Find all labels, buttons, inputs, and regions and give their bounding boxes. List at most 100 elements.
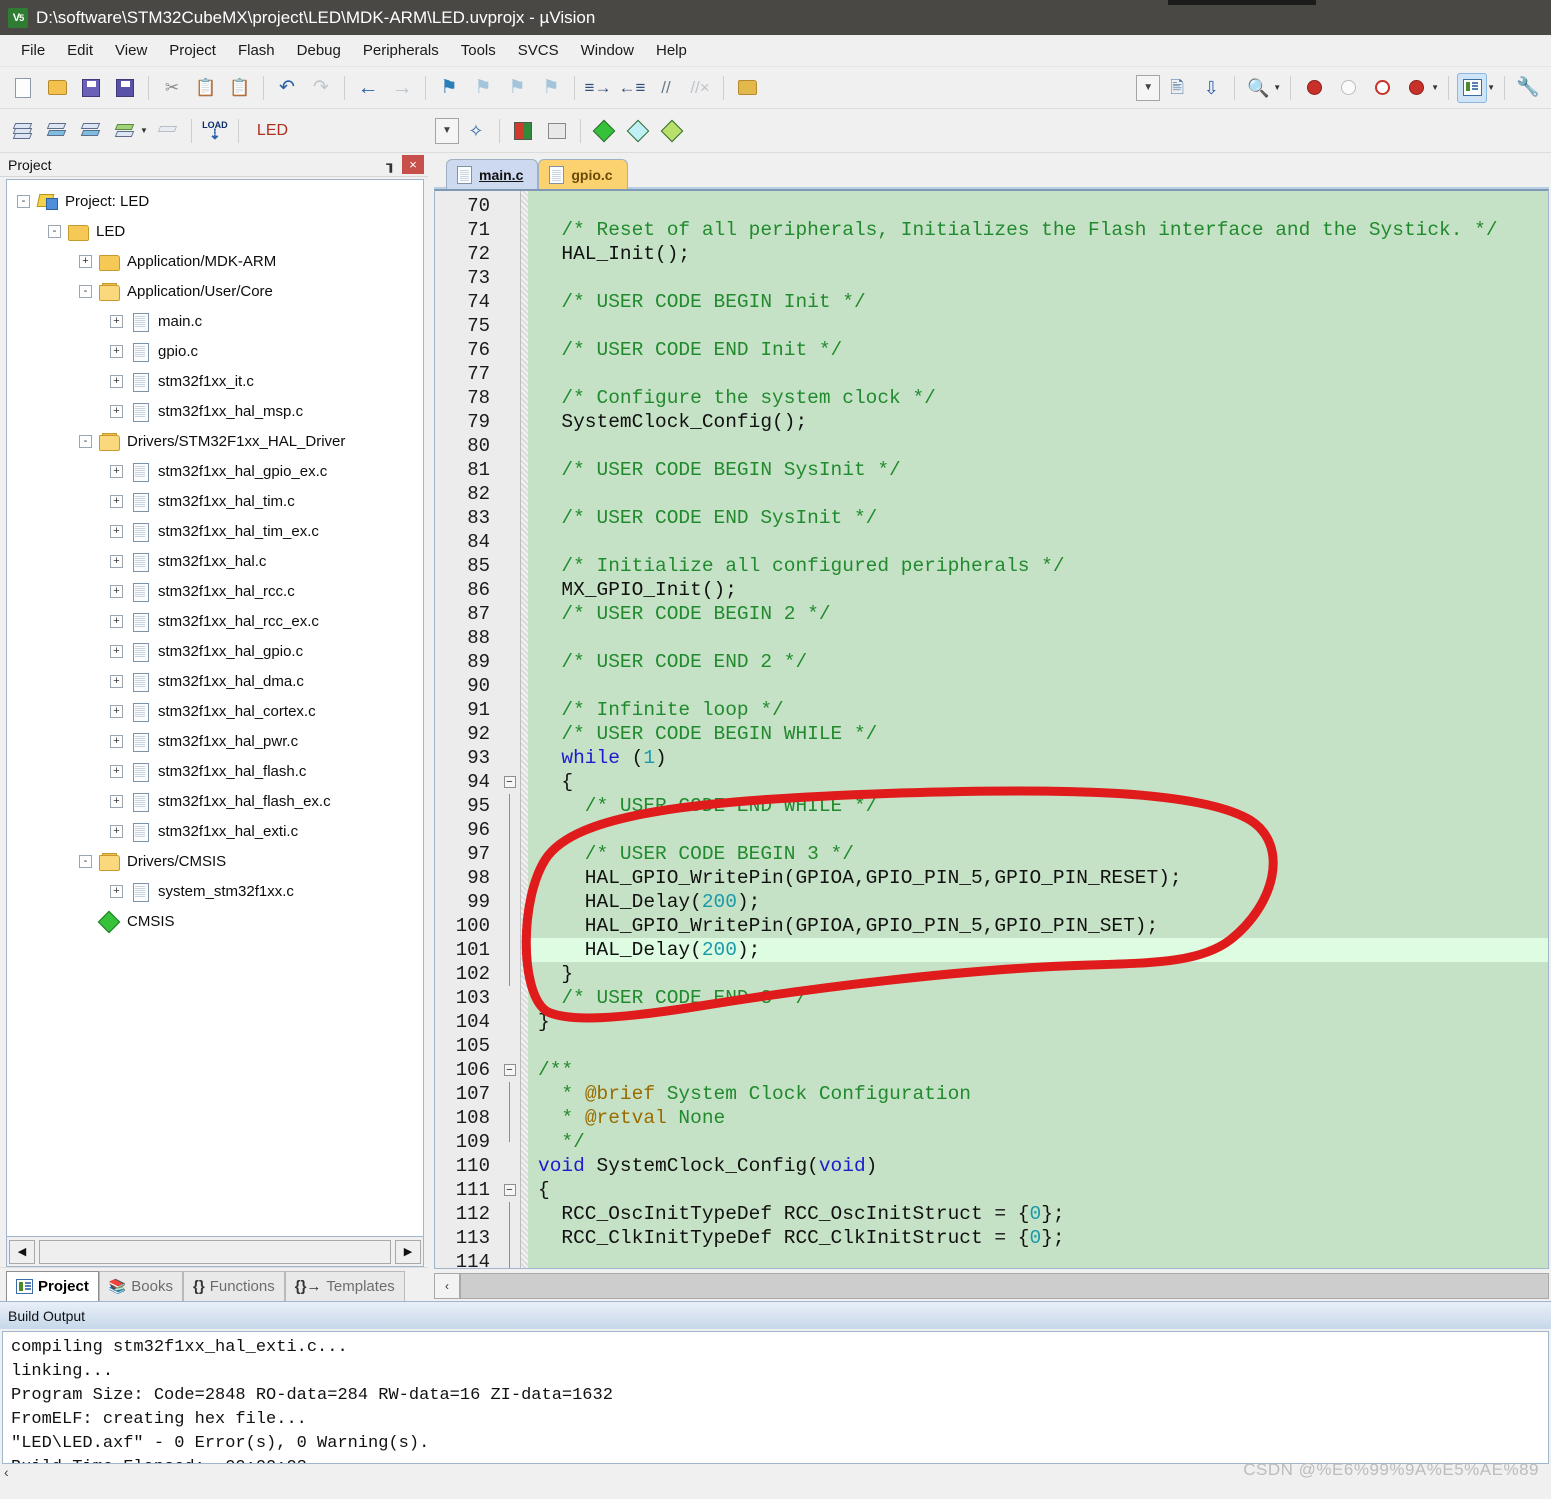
tree-item[interactable]: + stm32f1xx_hal_exti.c	[7, 816, 423, 846]
undo-icon[interactable]: ↶	[272, 73, 302, 103]
manage-components-icon[interactable]	[542, 116, 572, 146]
find-dropdown-caret-icon[interactable]: ▼	[1273, 83, 1281, 92]
expand-icon[interactable]: +	[110, 884, 123, 898]
kill-all-breakpoints-icon[interactable]	[1401, 73, 1431, 103]
navigate-back-icon[interactable]: ←	[353, 73, 383, 103]
code-line[interactable]: /* USER CODE END SysInit */	[528, 506, 1548, 530]
code-folding-column[interactable]: − − −	[499, 191, 521, 1268]
menu-peripherals[interactable]: Peripherals	[352, 37, 450, 64]
code-line[interactable]	[528, 482, 1548, 506]
code-line[interactable]: */	[528, 1130, 1548, 1154]
find-icon[interactable]: 🔍	[1243, 73, 1273, 103]
tree-item[interactable]: + stm32f1xx_it.c	[7, 366, 423, 396]
code-line[interactable]: HAL_Delay(200);	[528, 938, 1548, 962]
project-window-icon[interactable]	[1457, 72, 1488, 103]
expand-icon[interactable]: +	[110, 494, 123, 508]
scroll-right-button[interactable]: ▶	[395, 1239, 421, 1264]
disable-all-breakpoints-icon[interactable]	[1367, 73, 1397, 103]
editor-tab-gpio-c[interactable]: gpio.c	[538, 159, 628, 189]
expand-icon[interactable]: +	[110, 524, 123, 538]
code-line[interactable]	[528, 314, 1548, 338]
build-icon[interactable]	[42, 116, 72, 146]
menu-project[interactable]: Project	[158, 37, 227, 64]
code-editor[interactable]: 70 71 72 73 74 75 76 77 78 79 80 81 82 83 84 85 86 87 88 89…	[434, 189, 1549, 1269]
code-line[interactable]	[528, 1034, 1548, 1058]
tree-item[interactable]: + stm32f1xx_hal_pwr.c	[7, 726, 423, 756]
tab-templates[interactable]: {}→ Templates	[284, 1271, 405, 1301]
collapse-icon[interactable]: -	[17, 194, 30, 208]
code-line[interactable]	[528, 194, 1548, 218]
open-file-explorer-icon[interactable]	[732, 73, 762, 103]
code-line[interactable]: /* Infinite loop */	[528, 698, 1548, 722]
code-line[interactable]: MX_GPIO_Init();	[528, 578, 1548, 602]
menu-view[interactable]: View	[104, 37, 158, 64]
configure-icon[interactable]: 🔧	[1513, 73, 1543, 103]
code-line[interactable]: /* USER CODE BEGIN 3 */	[528, 842, 1548, 866]
menu-help[interactable]: Help	[645, 37, 698, 64]
load-icon[interactable]: LOAD ⇣	[200, 116, 230, 146]
build-scroll-left-button[interactable]: ‹	[4, 1464, 9, 1480]
redo-icon[interactable]: ↷	[306, 73, 336, 103]
code-line[interactable]: SystemClock_Config();	[528, 410, 1548, 434]
scroll-left-button[interactable]: ◀	[9, 1239, 35, 1264]
find-in-files-icon[interactable]: 🖹	[1162, 73, 1192, 103]
collapse-icon[interactable]: -	[79, 434, 92, 448]
collapse-icon[interactable]: -	[79, 854, 92, 868]
code-line[interactable]: HAL_Delay(200);	[528, 890, 1548, 914]
cut-icon[interactable]: ✂	[157, 73, 187, 103]
options-for-target-icon[interactable]	[508, 116, 538, 146]
insert-breakpoint-icon[interactable]	[1299, 73, 1329, 103]
code-line[interactable]: HAL_Init();	[528, 242, 1548, 266]
rebuild-icon[interactable]	[76, 116, 106, 146]
save-all-icon[interactable]	[110, 73, 140, 103]
paste-icon[interactable]: 📋	[225, 73, 255, 103]
expand-icon[interactable]: +	[110, 584, 123, 598]
window-dropdown-caret-icon[interactable]: ▼	[1487, 83, 1495, 92]
code-line[interactable]	[528, 1250, 1548, 1268]
download-icon[interactable]: ⇩	[1196, 73, 1226, 103]
indent-left-icon[interactable]: ←≡	[617, 73, 647, 103]
tab-functions[interactable]: {} Functions	[183, 1271, 285, 1301]
fold-marker[interactable]: −	[499, 1058, 520, 1082]
expand-icon[interactable]: +	[110, 794, 123, 808]
code-line[interactable]: while (1)	[528, 746, 1548, 770]
tab-project[interactable]: Project	[6, 1271, 99, 1301]
collapse-icon[interactable]: -	[48, 224, 61, 238]
code-line[interactable]: /* USER CODE END 2 */	[528, 650, 1548, 674]
code-line[interactable]	[528, 818, 1548, 842]
save-icon[interactable]	[76, 73, 106, 103]
tree-item[interactable]: + stm32f1xx_hal_flash.c	[7, 756, 423, 786]
tree-item[interactable]: + stm32f1xx_hal_msp.c	[7, 396, 423, 426]
menu-debug[interactable]: Debug	[286, 37, 352, 64]
editor-tab-main-c[interactable]: main.c	[446, 159, 539, 189]
insert-bookmark-icon[interactable]: ⚑	[434, 73, 464, 103]
tree-item[interactable]: - Drivers/STM32F1xx_HAL_Driver	[7, 426, 423, 456]
menu-svcs[interactable]: SVCS	[507, 37, 570, 64]
next-bookmark-icon[interactable]: ⚑	[502, 73, 532, 103]
fold-marker[interactable]: −	[499, 770, 520, 794]
menu-file[interactable]: File	[10, 37, 56, 64]
code-line[interactable]: RCC_OscInitTypeDef RCC_OscInitStruct = {…	[528, 1202, 1548, 1226]
select-software-packs-icon[interactable]	[623, 116, 653, 146]
code-line[interactable]: /* USER CODE BEGIN WHILE */	[528, 722, 1548, 746]
code-line[interactable]: {	[528, 770, 1548, 794]
expand-icon[interactable]: +	[110, 554, 123, 568]
project-tree-hscrollbar[interactable]: ◀ ▶	[6, 1237, 424, 1267]
uncomment-selection-icon[interactable]: //×	[685, 73, 715, 103]
stop-build-icon[interactable]	[153, 116, 183, 146]
expand-icon[interactable]: +	[79, 254, 92, 268]
expand-icon[interactable]: +	[110, 824, 123, 838]
close-icon[interactable]: ×	[402, 155, 424, 174]
indent-right-icon[interactable]: ≡→	[583, 73, 613, 103]
disable-breakpoint-icon[interactable]	[1333, 73, 1363, 103]
tree-item[interactable]: + stm32f1xx_hal_gpio.c	[7, 636, 423, 666]
copy-icon[interactable]: 📋	[191, 73, 221, 103]
comment-selection-icon[interactable]: //	[651, 73, 681, 103]
open-file-icon[interactable]	[42, 73, 72, 103]
tree-item[interactable]: - Drivers/CMSIS	[7, 846, 423, 876]
code-line[interactable]: /* USER CODE BEGIN Init */	[528, 290, 1548, 314]
tab-books[interactable]: 📚 Books	[98, 1271, 183, 1301]
expand-icon[interactable]: +	[110, 374, 123, 388]
code-line[interactable]: * @brief System Clock Configuration	[528, 1082, 1548, 1106]
code-line[interactable]: /* USER CODE END Init */	[528, 338, 1548, 362]
